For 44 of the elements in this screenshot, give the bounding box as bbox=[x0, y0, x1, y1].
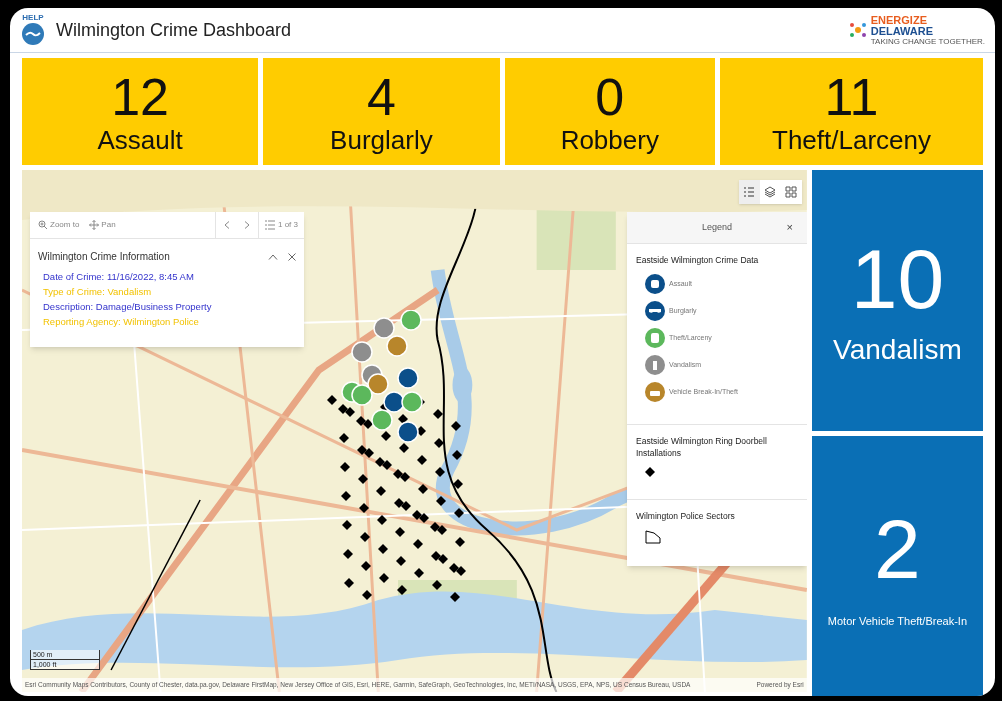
pan-button[interactable]: Pan bbox=[87, 219, 118, 231]
legend-title: Legend bbox=[701, 220, 732, 234]
stat-label: Robbery bbox=[560, 124, 659, 155]
close-button[interactable]: × bbox=[786, 220, 793, 234]
polygon-icon bbox=[645, 530, 661, 544]
stat-count: 4 bbox=[366, 68, 396, 125]
stat-count: 0 bbox=[595, 68, 625, 125]
diamond-icon bbox=[645, 467, 655, 477]
brand-name: ENERGIZE bbox=[870, 14, 928, 26]
stat-label: Theft/Larceny bbox=[772, 124, 931, 155]
previous-icon[interactable] bbox=[224, 221, 230, 229]
stat-count: 2 bbox=[874, 503, 921, 594]
legend-section-title: Eastside Wilmington Crime Data bbox=[636, 254, 760, 266]
popup-field: Reporting Agency: Wilmington Police bbox=[43, 315, 291, 329]
move-icon bbox=[89, 220, 100, 230]
stat-count: 10 bbox=[850, 234, 945, 325]
legend-tool-button[interactable] bbox=[738, 180, 760, 204]
stat-label: Burglarly bbox=[330, 124, 433, 155]
logo-text: HELP bbox=[22, 14, 44, 22]
stat-label: Motor Vehicle Theft/Break-In bbox=[827, 613, 967, 628]
zoom-to-button[interactable]: Zoom to bbox=[30, 219, 88, 231]
stat-count: 11 bbox=[824, 68, 879, 125]
stat-count: 12 bbox=[111, 68, 170, 125]
feature-pager[interactable]: 1 of 3 bbox=[258, 212, 304, 238]
popup-field: Description: Damage/Business Property bbox=[43, 300, 291, 314]
brand-tagline: TAKING CHANGE TOGETHER. bbox=[870, 36, 985, 46]
collapse-icon[interactable] bbox=[268, 253, 278, 260]
layers-icon bbox=[764, 186, 777, 198]
legend-section-title: Wilmington Police Sectors bbox=[636, 510, 736, 522]
zoom-in-icon bbox=[38, 220, 48, 230]
sunburst-logo-icon bbox=[847, 20, 868, 40]
dashboard-title: Wilmington Crime Dashboard bbox=[56, 18, 292, 42]
list-icon bbox=[265, 220, 275, 230]
stat-label: Assault bbox=[97, 124, 183, 155]
popup-title: Wilmington Crime Information bbox=[38, 250, 170, 264]
brand-name: DELAWARE bbox=[870, 25, 935, 37]
stat-label: Vandalism bbox=[833, 334, 962, 367]
grid-icon bbox=[785, 186, 798, 198]
legend-section-title: Eastside Wilmington Ring Doorbell Installations bbox=[636, 435, 768, 459]
next-icon[interactable] bbox=[244, 221, 250, 229]
list-icon bbox=[743, 186, 756, 198]
close-icon[interactable] bbox=[288, 252, 296, 261]
popup-field: Type of Crime: Vandalism bbox=[43, 285, 291, 299]
popup-field: Date of Crime: 11/16/2022, 8:45 AM bbox=[43, 270, 291, 284]
